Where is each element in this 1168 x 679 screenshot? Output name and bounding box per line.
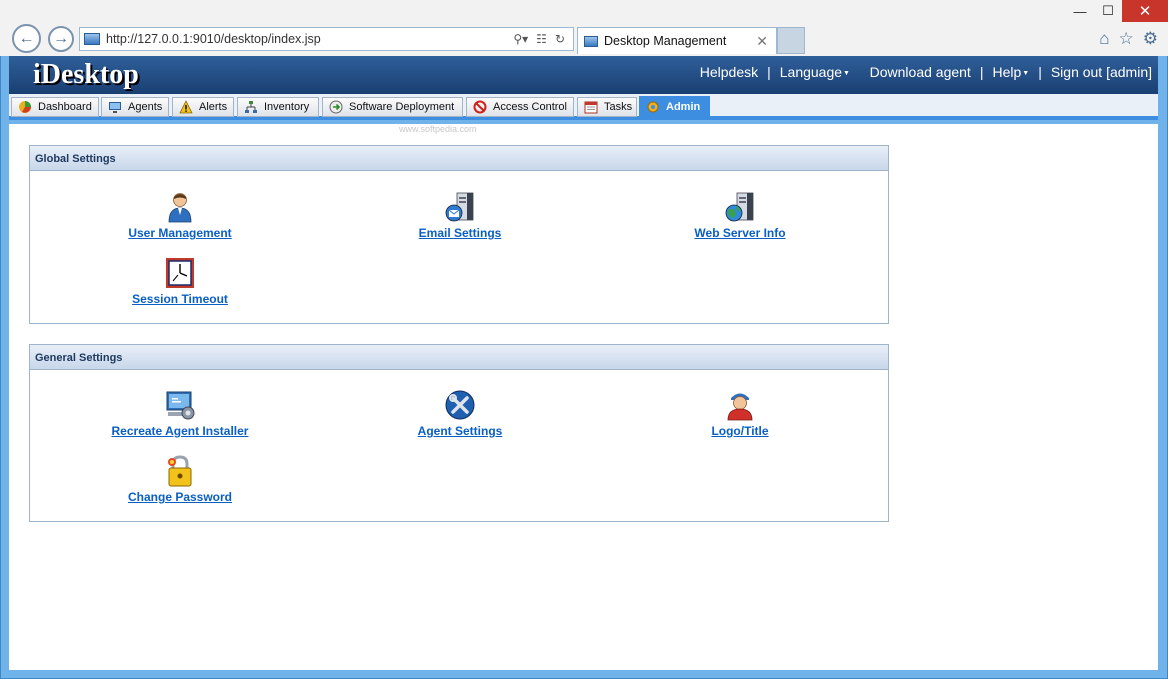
- dashboard-icon: [19, 101, 31, 113]
- email-settings-item[interactable]: Email Settings: [360, 191, 560, 240]
- global-settings-panel: Global Settings User Management Email Se…: [29, 145, 889, 324]
- page-icon: [84, 33, 100, 45]
- compatibility-icon[interactable]: ☷: [536, 32, 547, 46]
- web-server-info-link[interactable]: Web Server Info: [640, 226, 840, 240]
- language-menu[interactable]: Language▼: [780, 64, 850, 80]
- close-tab-icon[interactable]: ✕: [756, 33, 768, 50]
- dropdown-arrow-icon: ▼: [843, 69, 850, 77]
- change-password-item[interactable]: Change Password: [80, 455, 280, 504]
- watermark: www.softpedia.com: [399, 124, 477, 134]
- search-icon[interactable]: ⚲▾: [513, 32, 528, 46]
- browser-tab[interactable]: Desktop Management ✕: [577, 27, 777, 54]
- forward-arrow-icon: →: [53, 30, 69, 47]
- no-entry-icon: [473, 100, 487, 114]
- user-icon: [168, 193, 192, 223]
- agent-settings-item[interactable]: Agent Settings: [360, 389, 560, 438]
- installer-icon: [166, 391, 195, 420]
- browser-toolbar-icons: ⌂ ☆ ⚙: [1099, 29, 1158, 49]
- web-server-icon: [725, 192, 754, 222]
- main-content: www.softpedia.com Global Settings User M…: [9, 124, 1158, 670]
- email-settings-link[interactable]: Email Settings: [360, 226, 560, 240]
- forward-button[interactable]: →: [48, 26, 74, 52]
- deployment-icon: [329, 100, 343, 114]
- window-controls: — ☐ ✕: [1066, 0, 1168, 24]
- close-button[interactable]: ✕: [1122, 0, 1168, 22]
- tab-title: Desktop Management: [604, 34, 727, 48]
- back-button[interactable]: ←: [12, 24, 41, 53]
- panel-title: Global Settings: [30, 146, 888, 171]
- help-menu[interactable]: Help▼: [992, 64, 1029, 80]
- user-management-item[interactable]: User Management: [80, 191, 280, 240]
- tab-software-deployment[interactable]: Software Deployment: [322, 97, 463, 117]
- tab-dashboard[interactable]: Dashboard: [11, 97, 99, 117]
- calendar-icon: [584, 101, 598, 114]
- clock-icon: [166, 258, 194, 288]
- maximize-button[interactable]: ☐: [1094, 0, 1122, 22]
- top-navigation: Helpdesk | Language▼ | Download agent | …: [699, 64, 1152, 80]
- recreate-agent-installer-link[interactable]: Recreate Agent Installer: [80, 424, 280, 438]
- agent-settings-link[interactable]: Agent Settings: [360, 424, 560, 438]
- refresh-icon[interactable]: ↻: [555, 32, 565, 46]
- monitor-icon: [109, 102, 121, 113]
- network-icon: [245, 101, 257, 113]
- warning-icon: [179, 100, 193, 114]
- email-server-icon: [445, 192, 474, 222]
- tab-page-icon: [584, 35, 598, 47]
- tab-tasks[interactable]: Tasks: [577, 97, 637, 117]
- session-timeout-link[interactable]: Session Timeout: [80, 292, 280, 306]
- general-settings-panel: General Settings Recreate Agent Installe…: [29, 344, 889, 522]
- favorites-star-icon[interactable]: ☆: [1119, 29, 1134, 49]
- settings-gear-icon[interactable]: ⚙: [1143, 29, 1158, 49]
- logo-title-link[interactable]: Logo/Title: [640, 424, 840, 438]
- minimize-button[interactable]: —: [1066, 0, 1094, 22]
- tab-admin[interactable]: Admin: [639, 96, 710, 118]
- person-logo-icon: [727, 393, 753, 421]
- tab-alerts[interactable]: Alerts: [172, 97, 234, 117]
- logo-title-item[interactable]: Logo/Title: [640, 389, 840, 438]
- gear-icon: [647, 101, 659, 113]
- sign-out-link[interactable]: Sign out [admin]: [1051, 64, 1152, 80]
- session-timeout-item[interactable]: Session Timeout: [80, 257, 280, 306]
- app-header: iDesktop Helpdesk | Language▼ | Download…: [9, 56, 1158, 94]
- back-arrow-icon: ←: [18, 29, 35, 47]
- app-logo: iDesktop: [33, 59, 139, 90]
- url-text[interactable]: http://127.0.0.1:9010/desktop/index.jsp: [106, 32, 513, 46]
- recreate-agent-installer-item[interactable]: Recreate Agent Installer: [80, 389, 280, 438]
- panel-title: General Settings: [30, 345, 888, 370]
- dropdown-arrow-icon: ▼: [1022, 69, 1030, 77]
- tools-icon: [445, 390, 475, 420]
- new-tab-button[interactable]: [777, 27, 805, 54]
- address-bar[interactable]: http://127.0.0.1:9010/desktop/index.jsp …: [79, 27, 574, 51]
- app-tab-bar: Dashboard Agents Alerts Inventory Softwa…: [9, 94, 1158, 120]
- web-server-info-item[interactable]: Web Server Info: [640, 191, 840, 240]
- home-icon[interactable]: ⌂: [1099, 29, 1109, 49]
- tab-agents[interactable]: Agents: [101, 97, 169, 117]
- lock-icon: [168, 455, 192, 487]
- user-management-link[interactable]: User Management: [80, 226, 280, 240]
- tab-inventory[interactable]: Inventory: [237, 97, 319, 117]
- change-password-link[interactable]: Change Password: [80, 490, 280, 504]
- download-agent-link[interactable]: Download agent: [870, 64, 971, 80]
- browser-chrome: — ☐ ✕ ← → http://127.0.0.1:9010/desktop/…: [0, 0, 1168, 56]
- helpdesk-link[interactable]: Helpdesk: [700, 64, 758, 80]
- tab-access-control[interactable]: Access Control: [466, 97, 574, 117]
